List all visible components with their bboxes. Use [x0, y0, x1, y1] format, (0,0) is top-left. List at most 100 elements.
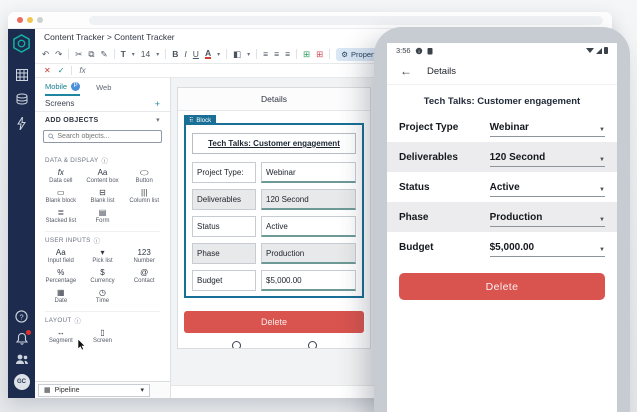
tool-blank-list[interactable]: ⊟ Blank list	[82, 188, 124, 204]
add-screen-button[interactable]: +	[155, 99, 160, 109]
tool-data-cell[interactable]: fx Data cell	[40, 168, 82, 184]
automations-icon[interactable]	[17, 117, 26, 130]
font-size-select[interactable]: 14	[141, 49, 150, 59]
confirm-icon[interactable]: ✓	[58, 66, 65, 75]
section-layout-label: LAYOUT	[45, 317, 72, 324]
tool-column-list[interactable]: ||| Column list	[123, 188, 165, 204]
tool-form[interactable]: ▤ Form	[82, 208, 124, 224]
field-value[interactable]: 120 Second	[261, 189, 356, 210]
phone-field-dropdown[interactable]: Webinar ▼	[489, 122, 605, 137]
tool-contact[interactable]: @ Contact	[123, 268, 165, 284]
field-value[interactable]: Production	[261, 243, 356, 264]
screen-title[interactable]: Details	[178, 88, 370, 111]
search-input[interactable]	[57, 133, 157, 140]
tool-segment[interactable]: ↔ Segment	[40, 328, 82, 344]
field-label[interactable]: Budget	[192, 270, 256, 291]
phone-field-dropdown[interactable]: 120 Second ▼	[489, 152, 605, 167]
phone-field-dropdown[interactable]: Production ▼	[489, 212, 605, 227]
field-row: Project Type: Webinar	[192, 162, 356, 183]
phone-delete-button[interactable]: Delete	[399, 273, 605, 300]
undo-icon[interactable]: ↶	[42, 49, 49, 60]
wifi-icon	[586, 48, 594, 53]
italic-button[interactable]: I	[184, 49, 186, 59]
cancel-icon[interactable]: ✕	[44, 66, 51, 75]
address-bar[interactable]	[89, 15, 603, 25]
phone-field-label: Project Type	[399, 121, 459, 133]
notifications-bell-icon[interactable]	[15, 329, 32, 345]
phone-field-dropdown[interactable]: $5,000.00 ▼	[489, 242, 605, 257]
tab-mobile[interactable]: Mobile P	[45, 78, 81, 96]
redo-icon[interactable]: ↷	[55, 49, 62, 60]
help-icon[interactable]: ?	[15, 310, 28, 323]
record-title[interactable]: Tech Talks: Customer engagement	[192, 133, 356, 154]
date-icon: ▦	[57, 288, 65, 297]
battery-icon	[604, 47, 608, 54]
close-window-button[interactable]	[17, 17, 23, 23]
font-family-caret-icon[interactable]: ▾	[132, 51, 135, 58]
field-value[interactable]: $5,000.00	[261, 270, 356, 291]
text-color-caret-icon[interactable]: ▾	[217, 51, 220, 58]
builder-icon[interactable]	[16, 93, 28, 105]
object-search[interactable]	[43, 130, 162, 143]
selected-block[interactable]: ⠿ Block Tech Talks: Customer engagement …	[184, 115, 364, 298]
phone-field-dropdown[interactable]: Active ▼	[489, 182, 605, 197]
content-box-icon: Aa	[97, 168, 108, 177]
tool-input-field[interactable]: Aa Input field	[40, 248, 82, 264]
time-icon: ◷	[99, 288, 106, 297]
phone-field-label: Deliverables	[399, 151, 458, 163]
align-right-button[interactable]: ≡	[285, 49, 290, 59]
svg-text:?: ?	[19, 312, 23, 321]
align-left-button[interactable]: ≡	[263, 49, 268, 59]
table-selector[interactable]: ▦ Pipeline ▾	[38, 383, 150, 397]
align-center-button[interactable]: ≡	[274, 49, 279, 59]
tables-icon[interactable]	[15, 69, 28, 81]
delete-button[interactable]: Delete	[184, 311, 364, 333]
drag-handle-icon[interactable]: ⠿	[189, 117, 193, 124]
field-label[interactable]: Status	[192, 216, 256, 237]
back-arrow-icon[interactable]: ←	[400, 64, 412, 78]
phone-field-row: Deliverables 120 Second ▼	[387, 142, 617, 172]
remove-grid-button[interactable]: ⊞	[316, 49, 323, 60]
tool-content-box[interactable]: Aa Content box	[82, 168, 124, 184]
format-painter-icon[interactable]: ✎	[100, 49, 107, 60]
tool-stacked-list[interactable]: ≣ Stacked list	[40, 208, 82, 224]
tool-pick-list[interactable]: ▾ Pick list	[82, 248, 124, 264]
minimize-window-button[interactable]	[27, 17, 33, 23]
tool-currency[interactable]: $ Currency	[82, 268, 124, 284]
bold-button[interactable]: B	[172, 49, 178, 59]
fill-color-caret-icon[interactable]: ▾	[247, 51, 250, 58]
tool-button[interactable]: ◯ Button	[123, 168, 165, 184]
screen-icon: ▯	[100, 328, 105, 337]
block-tag[interactable]: ⠿ Block	[184, 115, 217, 125]
fill-color-button[interactable]: ◧	[233, 49, 241, 60]
paste-icon[interactable]: ⧉	[88, 49, 94, 60]
field-label[interactable]: Project Type:	[192, 162, 256, 183]
tool-blank-block[interactable]: ▭ Blank block	[40, 188, 82, 204]
gear-icon: ⚙	[341, 49, 349, 59]
phone-field-row: Project Type Webinar ▼	[387, 112, 617, 142]
phone-nav-title: Details	[427, 65, 457, 77]
tool-date[interactable]: ▦ Date	[40, 288, 82, 304]
collapse-chevron-icon[interactable]: ▾	[156, 116, 160, 124]
font-family-button[interactable]: T	[121, 49, 126, 59]
field-value[interactable]: Active	[261, 216, 356, 237]
zoom-window-button[interactable]	[37, 17, 43, 23]
tool-time[interactable]: ◷ Time	[82, 288, 124, 304]
underline-button[interactable]: U	[193, 49, 199, 59]
tool-percentage[interactable]: % Percentage	[40, 268, 82, 284]
user-avatar[interactable]: GC	[13, 374, 30, 390]
field-label[interactable]: Deliverables	[192, 189, 256, 210]
add-grid-button[interactable]: ⊞	[303, 49, 310, 60]
cut-icon[interactable]: ✂	[75, 49, 82, 60]
text-color-button[interactable]: A	[204, 49, 212, 59]
field-value[interactable]: Webinar	[261, 162, 356, 183]
field-label[interactable]: Phase	[192, 243, 256, 264]
form-icon: ▤	[98, 208, 107, 217]
collaborators-icon[interactable]	[15, 354, 29, 365]
tool-number[interactable]: 123 Number	[123, 248, 165, 264]
tab-web[interactable]: Web	[96, 83, 111, 92]
tool-screen[interactable]: ▯ Screen	[82, 328, 124, 344]
add-objects-title: ADD OBJECTS	[45, 116, 99, 124]
font-size-caret-icon[interactable]: ▾	[156, 51, 159, 58]
table-name: Pipeline	[54, 386, 80, 394]
